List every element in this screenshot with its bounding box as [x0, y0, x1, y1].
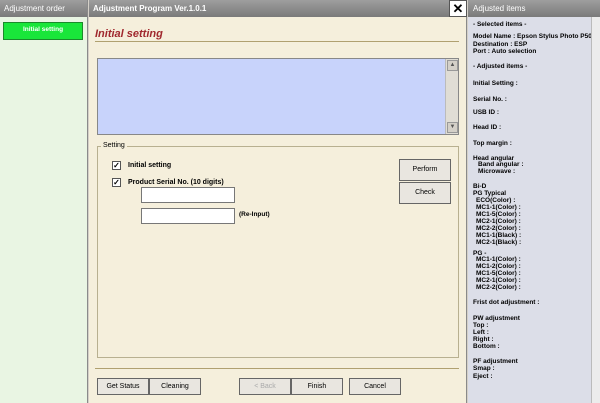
- adjusted-item-line: Right :: [473, 336, 494, 343]
- get-status-button[interactable]: Get Status: [97, 378, 149, 395]
- adjusted-item-line: USB ID :: [473, 109, 499, 116]
- adjusted-item-line: - Adjusted items -: [473, 63, 528, 70]
- adjusted-item-line: MC2-2(Color) :: [476, 284, 521, 291]
- adjusted-item-line: PF adjustment: [473, 358, 518, 365]
- serial-number-input[interactable]: [141, 187, 235, 203]
- adjusted-item-line: Model Name : Epson Stylus Photo P50: [473, 33, 592, 40]
- finish-button[interactable]: Finish: [291, 378, 343, 395]
- initial-setting-checkbox-label: Initial setting: [128, 162, 172, 169]
- adjusted-item-line: Initial Setting :: [473, 80, 518, 87]
- adjustment-order-title: Adjustment order: [0, 0, 87, 17]
- bottom-divider: [95, 368, 459, 369]
- reinput-label: (Re-Input): [239, 211, 270, 218]
- serial-number-reinput[interactable]: [141, 208, 235, 224]
- serial-checkbox-row[interactable]: ✓ Product Serial No. (10 digits): [112, 178, 224, 187]
- adjustment-order-panel: Adjustment order Initial setting: [0, 0, 88, 403]
- serial-checkbox[interactable]: ✓: [112, 178, 121, 187]
- adjusted-item-line: Top margin :: [473, 140, 512, 147]
- adjusted-item-line: MC2-1(Color) :: [476, 277, 521, 284]
- adjusted-item-line: MC2-1(Black) :: [476, 239, 522, 246]
- adjusted-item-line: Top :: [473, 322, 489, 329]
- adjusted-item-line: Port : Auto selection: [473, 48, 537, 55]
- scroll-up-icon[interactable]: ▲: [447, 60, 458, 71]
- adjusted-item-line: Left :: [473, 329, 489, 336]
- setting-group-label: Setting: [101, 142, 127, 149]
- adjusted-item-line: Eject :: [473, 373, 493, 380]
- title-divider: [95, 41, 459, 42]
- adjusted-item-line: PW adjustment: [473, 315, 520, 322]
- scroll-down-icon[interactable]: ▼: [447, 122, 458, 133]
- adjusted-item-line: ECO(Color) :: [476, 197, 516, 204]
- initial-setting-checkbox-row[interactable]: ✓ Initial setting: [112, 161, 171, 170]
- adjusted-item-line: MC2-2(Color) :: [476, 225, 521, 232]
- step-initial-setting[interactable]: Initial setting: [3, 22, 83, 40]
- adjusted-item-line: PG Typical: [473, 190, 507, 197]
- cancel-button[interactable]: Cancel: [349, 378, 401, 395]
- info-text-area[interactable]: ▲ ▼: [97, 58, 459, 135]
- cleaning-button[interactable]: Cleaning: [149, 378, 201, 395]
- window-title: Adjustment Program Ver.1.0.1: [89, 0, 466, 17]
- adjusted-item-line: Bi-D: [473, 183, 487, 190]
- page-title: Initial setting: [95, 28, 163, 40]
- setting-group: Setting ✓ Initial setting ✓ Product Seri…: [97, 142, 459, 358]
- adjusted-item-line: MC1-1(Color) :: [476, 204, 521, 211]
- adjusted-item-line: MC1-1(Black) :: [476, 232, 522, 239]
- info-scrollbar[interactable]: ▲ ▼: [445, 59, 458, 134]
- close-icon[interactable]: ✕: [449, 0, 467, 17]
- adjusted-item-line: MC1-5(Color) :: [476, 270, 521, 277]
- initial-setting-checkbox[interactable]: ✓: [112, 161, 121, 170]
- adjusted-item-line: Destination : ESP: [473, 41, 528, 48]
- serial-checkbox-label: Product Serial No. (10 digits): [128, 179, 224, 186]
- adjusted-item-line: Band angular :: [478, 161, 524, 168]
- adjustment-program-window: Adjustment Program Ver.1.0.1 ✕ Initial s…: [89, 0, 467, 403]
- check-button[interactable]: Check: [399, 182, 451, 204]
- back-button[interactable]: < Back: [239, 378, 291, 395]
- adjusted-items-title: Adjusted items: [468, 0, 600, 17]
- adjusted-item-line: MC2-1(Color) :: [476, 218, 521, 225]
- adjusted-items-scrollbar[interactable]: [591, 17, 600, 403]
- adjusted-item-line: Bottom :: [473, 343, 500, 350]
- adjusted-items-panel: Adjusted items - Selected items - Model N…: [468, 0, 600, 403]
- adjusted-item-line: MC1-1(Color) :: [476, 256, 521, 263]
- adjusted-item-line: Frist dot adjustment :: [473, 299, 540, 306]
- adjusted-item-line: Head ID :: [473, 124, 502, 131]
- adjusted-item-line: - Selected items -: [473, 21, 527, 28]
- adjusted-item-line: Microwave :: [478, 168, 516, 175]
- adjusted-item-line: MC1-5(Color) :: [476, 211, 521, 218]
- adjusted-item-line: MC1-2(Color) :: [476, 263, 521, 270]
- adjusted-item-line: Serial No. :: [473, 96, 507, 103]
- adjusted-item-line: Smap :: [473, 365, 495, 372]
- perform-button[interactable]: Perform: [399, 159, 451, 181]
